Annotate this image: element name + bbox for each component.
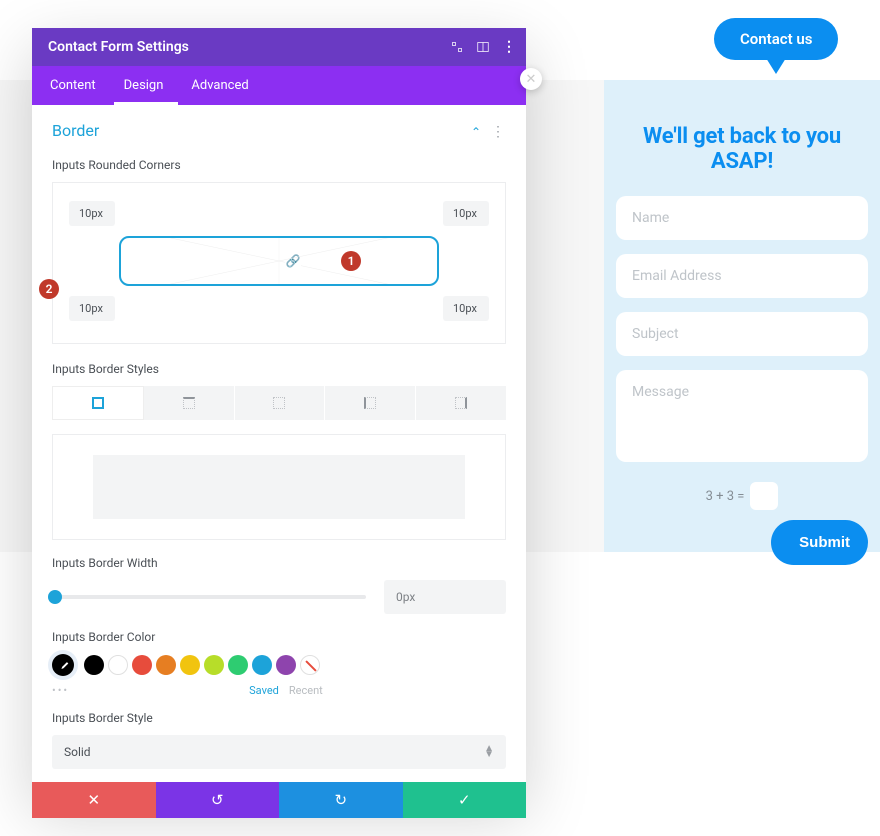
- captcha-question: 3 + 3 =: [706, 489, 745, 504]
- redo-button[interactable]: ↻: [279, 782, 403, 818]
- border-tile-all[interactable]: [52, 386, 144, 420]
- close-panel-button[interactable]: ✕: [520, 68, 542, 90]
- subject-field[interactable]: Subject: [616, 312, 868, 356]
- swatch-black[interactable]: [84, 655, 104, 675]
- color-swatches: [52, 654, 506, 676]
- border-preview-inner: [93, 455, 465, 519]
- email-placeholder: Email Address: [632, 268, 722, 284]
- close-icon: ✕: [87, 791, 100, 809]
- square-right-icon: [455, 397, 467, 409]
- bubble-tail-icon: [766, 58, 786, 74]
- email-field[interactable]: Email Address: [616, 254, 868, 298]
- border-color-label: Inputs Border Color: [52, 630, 506, 644]
- form-preview: We'll get back to you ASAP! Name Email A…: [604, 80, 880, 552]
- border-tile-left[interactable]: [416, 386, 506, 420]
- contact-us-bubble[interactable]: Contact us: [714, 18, 838, 60]
- border-preview-box: [52, 434, 506, 540]
- swatch-tab-recent[interactable]: Recent: [289, 684, 323, 697]
- tab-advanced-label: Advanced: [191, 78, 248, 93]
- border-style-value: Solid: [64, 745, 91, 759]
- kebab-icon[interactable]: ⋮: [502, 40, 516, 54]
- border-style-select[interactable]: Solid ▲▼: [52, 735, 506, 769]
- swatch-more-icon[interactable]: •••: [52, 684, 69, 697]
- square-solid-icon: [92, 397, 104, 409]
- subject-placeholder: Subject: [632, 326, 679, 342]
- square-left-icon: [364, 397, 376, 409]
- cancel-button[interactable]: ✕: [32, 782, 156, 818]
- swatch-lime[interactable]: [204, 655, 224, 675]
- swatch-orange[interactable]: [156, 655, 176, 675]
- swatch-tab-saved[interactable]: Saved: [249, 684, 279, 697]
- rounded-corners-label: Inputs Rounded Corners: [52, 158, 506, 172]
- panel-body: Border ⌃ ⋮ Inputs Rounded Corners 10px 1…: [32, 105, 526, 795]
- square-top-icon: [183, 397, 195, 409]
- tab-design[interactable]: Design: [120, 66, 188, 105]
- save-button[interactable]: ✓: [403, 782, 527, 818]
- border-width-value[interactable]: 0px: [384, 580, 506, 614]
- section-border-title: Border: [52, 121, 99, 140]
- preview-heading: We'll get back to you ASAP!: [616, 124, 868, 174]
- corner-preview: 1 🔗: [119, 236, 439, 286]
- swatch-red[interactable]: [132, 655, 152, 675]
- swatch-yellow[interactable]: [180, 655, 200, 675]
- corner-bottom-left[interactable]: 10px: [69, 296, 115, 321]
- eyedropper-icon[interactable]: [52, 654, 74, 676]
- message-placeholder: Message: [632, 384, 689, 400]
- border-width-slider[interactable]: [52, 595, 366, 599]
- submit-button[interactable]: Submit: [771, 520, 868, 565]
- captcha-input[interactable]: [750, 482, 778, 510]
- panel-footer: ✕ ↺ ↻ ✓: [32, 782, 526, 818]
- panel-header: Contact Form Settings ⋮: [32, 28, 526, 66]
- tab-content[interactable]: Content: [46, 66, 120, 105]
- select-updown-icon: ▲▼: [484, 746, 494, 758]
- undo-button[interactable]: ↺: [156, 782, 280, 818]
- message-field[interactable]: Message: [616, 370, 868, 462]
- redo-icon: ↻: [334, 791, 347, 809]
- square-dotted-icon: [273, 397, 285, 409]
- expand-icon[interactable]: [450, 40, 464, 54]
- link-values-icon[interactable]: 🔗: [285, 253, 301, 269]
- border-style-tiles: [52, 386, 506, 420]
- undo-icon: ↺: [211, 791, 224, 809]
- swatch-blue[interactable]: [252, 655, 272, 675]
- name-field[interactable]: Name: [616, 196, 868, 240]
- corner-top-right[interactable]: 10px: [443, 201, 489, 226]
- border-style-label: Inputs Border Style: [52, 711, 506, 725]
- swatch-purple[interactable]: [276, 655, 296, 675]
- tab-design-label: Design: [124, 78, 164, 93]
- border-tile-top[interactable]: [144, 386, 235, 420]
- corner-bottom-right[interactable]: 10px: [443, 296, 489, 321]
- section-border[interactable]: Border ⌃ ⋮: [52, 119, 506, 150]
- border-width-label: Inputs Border Width: [52, 556, 506, 570]
- callout-1: 1: [341, 251, 361, 271]
- section-options-icon[interactable]: ⋮: [491, 124, 506, 140]
- border-styles-label: Inputs Border Styles: [52, 362, 506, 376]
- check-icon: ✓: [458, 791, 471, 809]
- settings-panel: Contact Form Settings ⋮ Content Design A…: [32, 28, 526, 795]
- panel-title: Contact Form Settings: [48, 39, 189, 55]
- rounded-corners-widget: 10px 10px 1 🔗 10px 10px 2: [52, 182, 506, 344]
- border-tile-bottom[interactable]: [325, 386, 416, 420]
- callout-2: 2: [39, 279, 59, 299]
- name-placeholder: Name: [632, 210, 669, 226]
- chevron-up-icon: ⌃: [471, 125, 481, 139]
- slider-thumb[interactable]: [48, 590, 62, 604]
- border-tile-right[interactable]: [235, 386, 326, 420]
- swatch-green[interactable]: [228, 655, 248, 675]
- submit-label: Submit: [799, 534, 850, 551]
- captcha-row: 3 + 3 =: [616, 482, 868, 510]
- columns-icon[interactable]: [476, 40, 490, 54]
- swatch-white[interactable]: [108, 655, 128, 675]
- panel-tabs: Content Design Advanced: [32, 66, 526, 105]
- corner-top-left[interactable]: 10px: [69, 201, 115, 226]
- tab-content-label: Content: [50, 78, 96, 93]
- tab-advanced[interactable]: Advanced: [187, 66, 272, 105]
- contact-us-label: Contact us: [714, 18, 838, 60]
- swatch-none[interactable]: [300, 655, 320, 675]
